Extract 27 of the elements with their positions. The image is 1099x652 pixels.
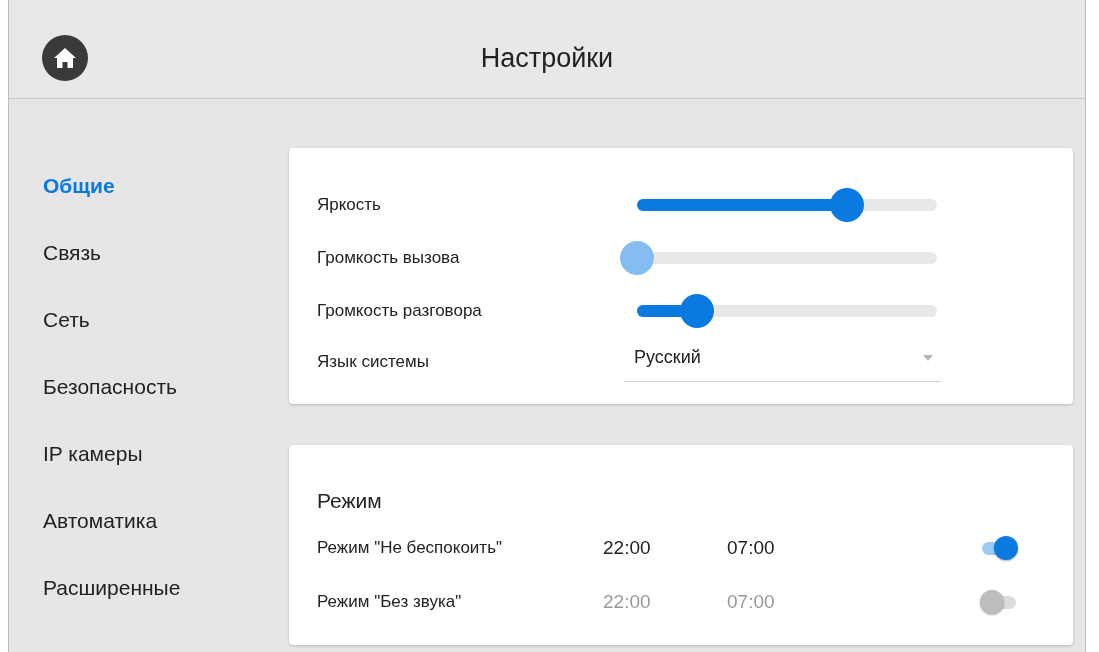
language-dropdown[interactable]: Русский <box>624 334 941 382</box>
dropdown-value: Русский <box>634 346 701 369</box>
slider-label: Громкость разговора <box>317 299 483 322</box>
sidebar-item[interactable]: Автоматика <box>43 504 289 538</box>
slider-label: Яркость <box>317 193 382 216</box>
sidebar-item[interactable]: IP камеры <box>43 437 289 471</box>
section-title: Режим <box>317 488 383 514</box>
end-time: 07:00 <box>727 589 776 614</box>
mode-label: Режим "Не беспокоить" <box>317 537 504 560</box>
slider-thumb[interactable] <box>680 293 714 328</box>
mode-label: Режим "Без звука" <box>317 591 463 614</box>
start-time: 22:00 <box>603 589 652 614</box>
toggle-switch[interactable] <box>982 536 1016 560</box>
caret-icon <box>923 354 933 361</box>
field-label: Язык системы <box>317 351 430 374</box>
start-time: 22:00 <box>603 535 652 560</box>
slider-thumb[interactable] <box>830 187 864 222</box>
sidebar-item[interactable]: Сеть <box>43 303 289 337</box>
home-icon <box>53 47 77 69</box>
sidebar-item[interactable]: Безопасность <box>43 370 289 404</box>
sidebar-item[interactable]: Связь <box>43 236 289 270</box>
toggle-switch[interactable] <box>982 590 1016 614</box>
sidebar-item[interactable]: Расширенные <box>43 571 289 605</box>
end-time: 07:00 <box>727 535 776 560</box>
slider-label: Громкость вызова <box>317 246 461 269</box>
home-button[interactable] <box>42 35 88 81</box>
page-title: Настройки <box>480 41 614 75</box>
